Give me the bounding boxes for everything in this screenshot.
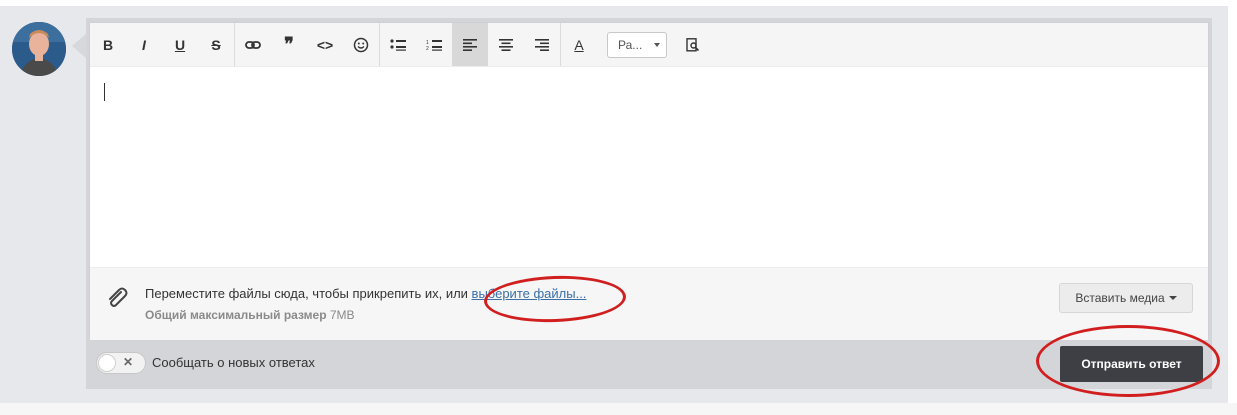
chevron-down-icon xyxy=(654,42,660,47)
max-size-label: Общий максимальный размер xyxy=(145,308,327,322)
text-cursor xyxy=(104,83,105,101)
max-size-info: Общий максимальный размер 7MB xyxy=(145,308,355,322)
emoji-button[interactable] xyxy=(343,23,379,66)
page-bottom xyxy=(0,403,1237,415)
align-left-button[interactable] xyxy=(452,23,488,66)
avatar-pointer xyxy=(72,34,86,58)
smile-icon xyxy=(353,37,369,52)
toggle-knob xyxy=(98,354,116,372)
bullet-list-icon xyxy=(390,38,406,51)
bold-button[interactable]: B xyxy=(90,23,126,66)
quote-button[interactable]: ❞ xyxy=(271,23,307,66)
font-color-button[interactable]: A xyxy=(561,23,597,66)
paperclip-icon xyxy=(104,285,130,316)
message-textarea[interactable] xyxy=(90,67,1208,267)
drop-hint-text: Переместите файлы сюда, чтобы прикрепить… xyxy=(145,286,472,301)
insert-media-label: Вставить медиа xyxy=(1075,291,1165,305)
link-button[interactable] xyxy=(235,23,271,66)
align-left-icon xyxy=(463,38,477,51)
font-size-value: Ра... xyxy=(618,37,643,52)
chevron-down-icon xyxy=(1168,296,1177,300)
notify-label: Сообщать о новых ответах xyxy=(152,355,315,370)
max-size-value: 7MB xyxy=(326,308,355,322)
align-right-button[interactable] xyxy=(524,23,560,66)
notify-toggle[interactable]: ✕ xyxy=(96,352,146,374)
align-right-icon xyxy=(535,38,549,51)
svg-text:2: 2 xyxy=(426,46,429,51)
insert-media-button[interactable]: Вставить медиа xyxy=(1059,283,1193,313)
avatar xyxy=(12,22,66,76)
attachment-area[interactable]: Переместите файлы сюда, чтобы прикрепить… xyxy=(90,267,1208,340)
underline-button[interactable]: U xyxy=(162,23,198,66)
align-center-icon xyxy=(499,38,513,51)
code-button[interactable]: <> xyxy=(307,23,343,66)
close-icon: ✕ xyxy=(123,355,134,369)
numbered-list-icon: 12 xyxy=(426,39,442,51)
rich-text-editor: B I U S ❞ <> 12 A Ра... Переместите файл… xyxy=(89,22,1209,340)
bullet-list-button[interactable] xyxy=(380,23,416,66)
user-photo xyxy=(12,22,66,76)
preview-icon xyxy=(686,37,700,52)
numbered-list-button[interactable]: 12 xyxy=(416,23,452,66)
align-center-button[interactable] xyxy=(488,23,524,66)
italic-button[interactable]: I xyxy=(126,23,162,66)
link-icon xyxy=(245,40,261,49)
editor-toolbar: B I U S ❞ <> 12 A Ра... xyxy=(90,23,1208,67)
font-size-select[interactable]: Ра... xyxy=(607,31,667,58)
annotation-ellipse-submit xyxy=(1036,325,1220,397)
strikethrough-button[interactable]: S xyxy=(198,23,234,66)
preview-button[interactable] xyxy=(675,23,711,66)
